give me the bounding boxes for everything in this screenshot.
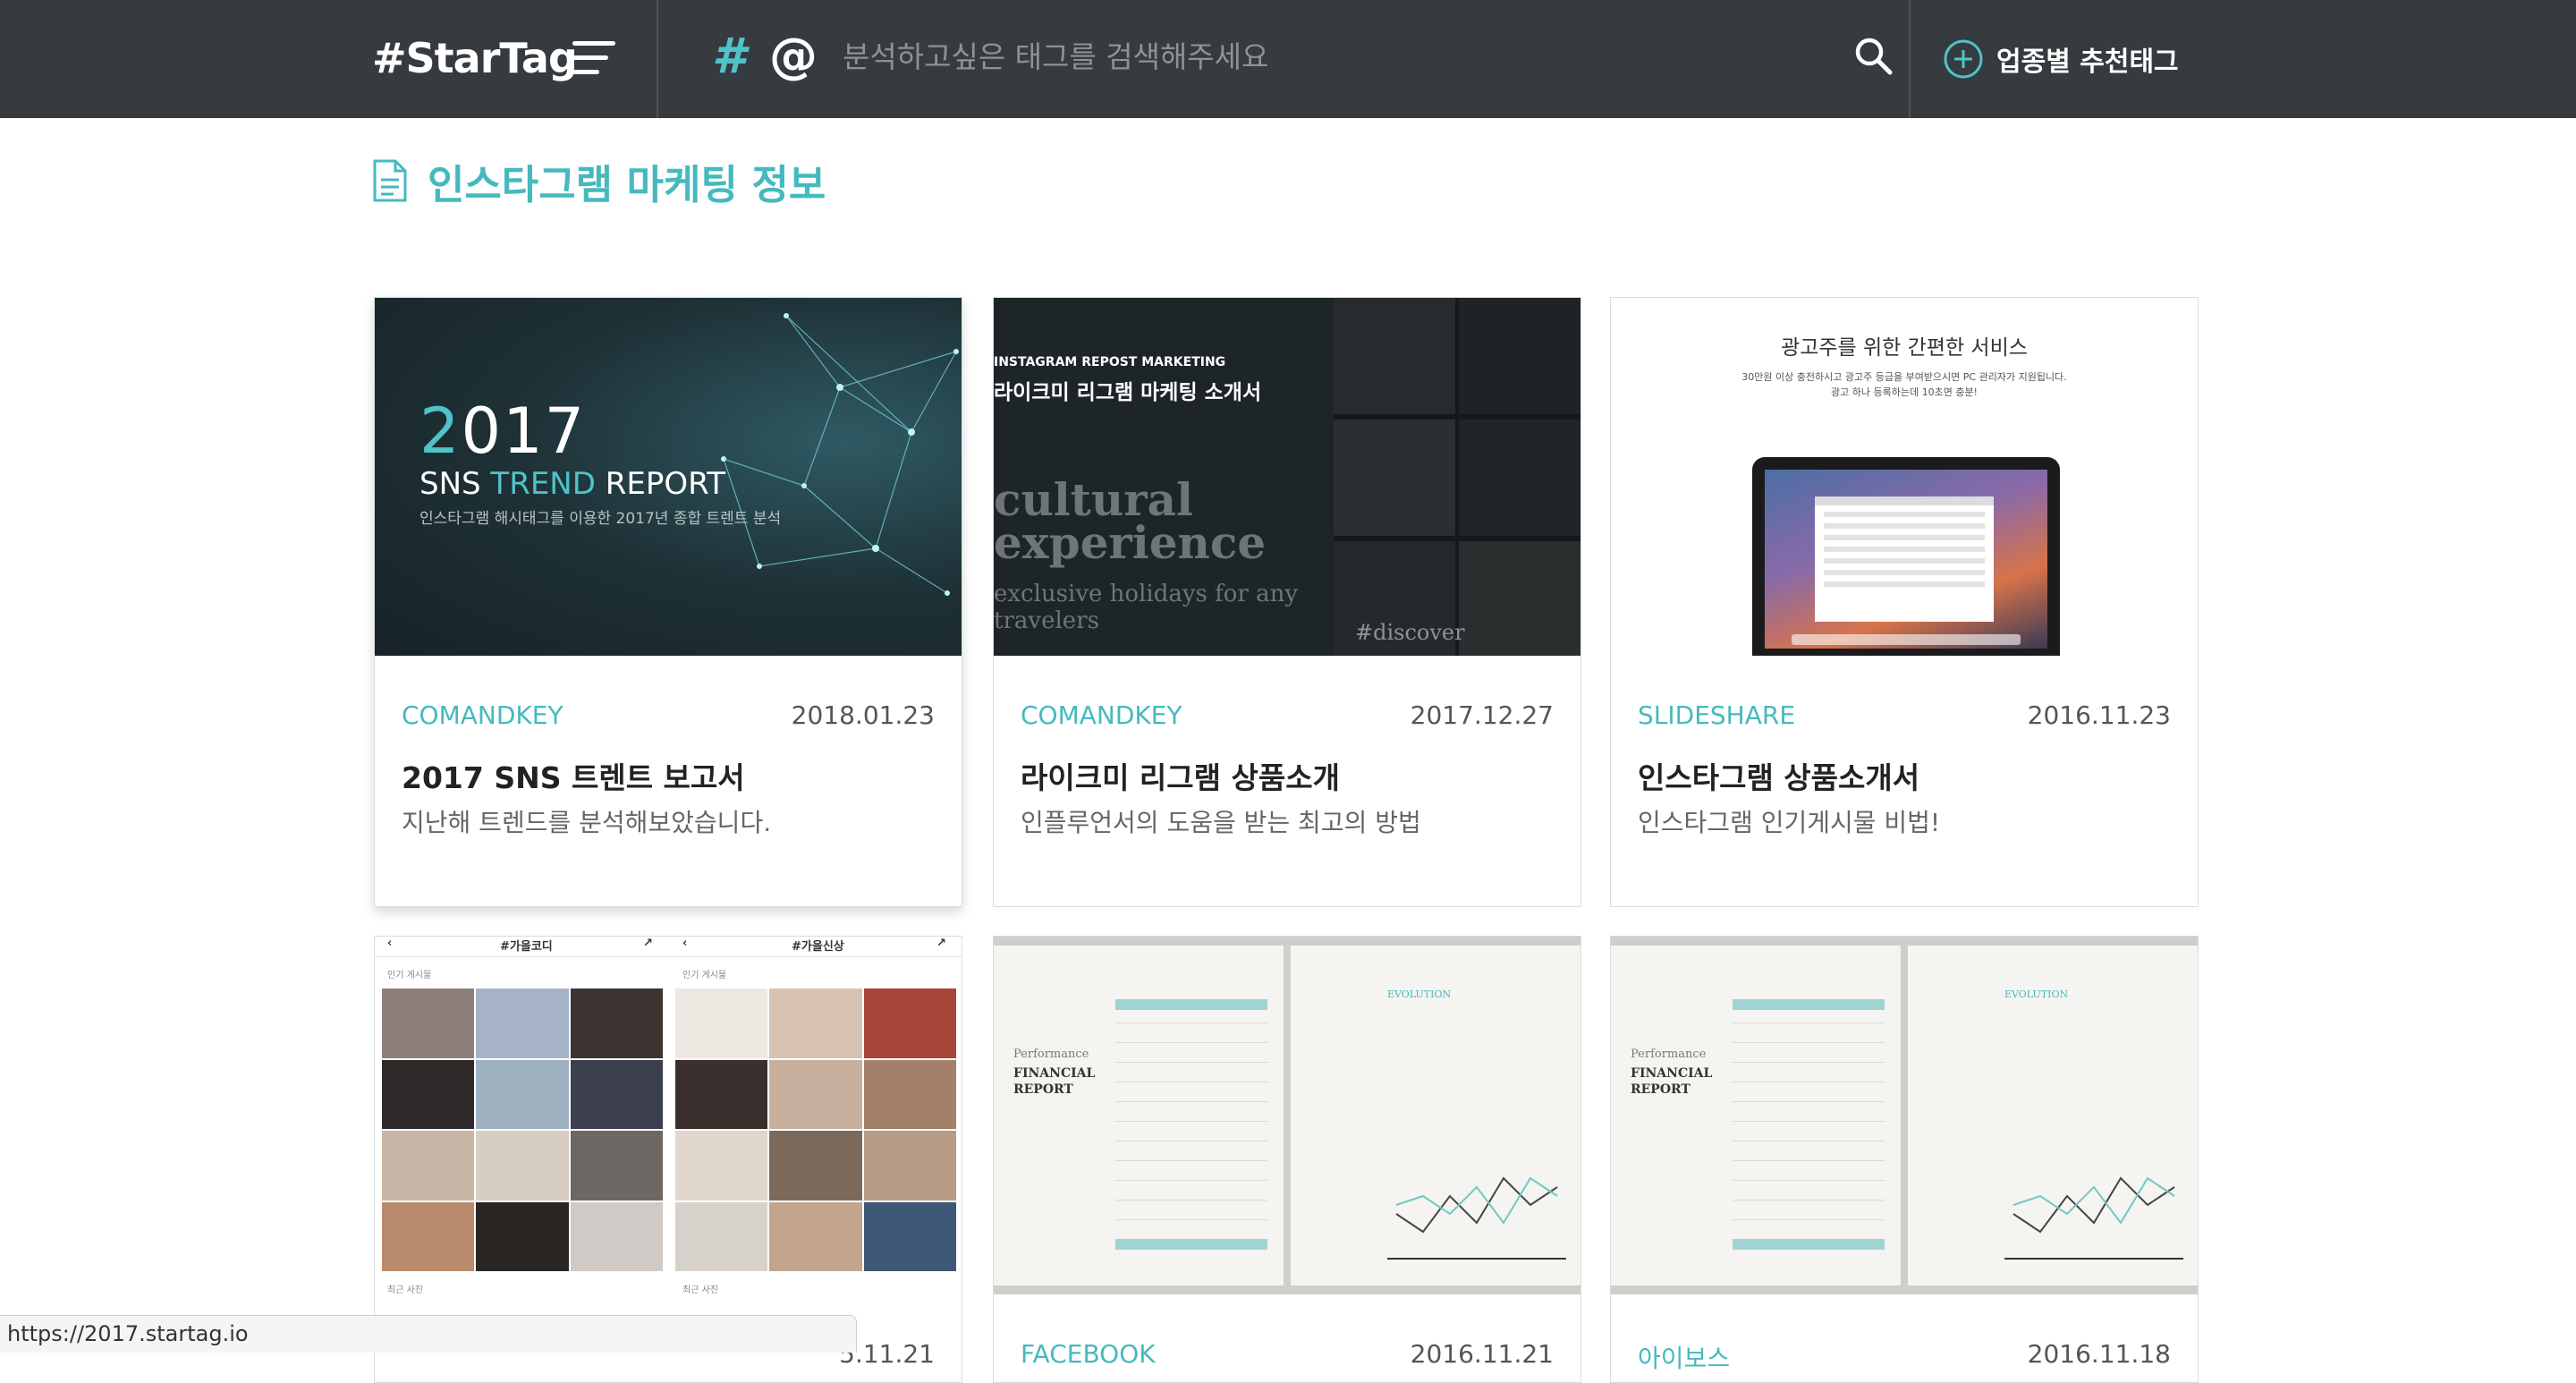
card-thumbnail: 광고주를 위한 간편한 서비스 30만원 이상 충전하시고 광고주 등급을 부여… bbox=[1611, 298, 2198, 656]
card-thumbnail: 2017 SNS TREND REPORT 인스타그램 해시태그를 이용한 20… bbox=[375, 298, 962, 656]
card-description: 지난해 트렌드를 분석해보았습니다. bbox=[402, 808, 772, 837]
recommend-label: 업종별 추천태그 bbox=[1996, 47, 2179, 78]
card-title[interactable]: 2017 SNS 트렌트 보고서 bbox=[402, 754, 745, 797]
card-meta: SLIDESHARE 2016.11.23 bbox=[1638, 700, 2171, 738]
card-date: 2016.11.21 bbox=[1410, 1339, 1554, 1369]
header-divider bbox=[1909, 0, 1911, 118]
thumb-text: #discover bbox=[1355, 620, 1465, 645]
page-title: 인스타그램 마케팅 정보 bbox=[428, 160, 826, 208]
search-icon[interactable] bbox=[1852, 34, 1894, 77]
card-date: 2016.11.23 bbox=[2027, 700, 2171, 730]
card-title[interactable]: 인스타그램 상품소개서 bbox=[1638, 754, 1919, 797]
header-divider bbox=[657, 0, 658, 118]
startag-logo[interactable]: #StarTag bbox=[372, 27, 578, 89]
hashtag-search-mode-icon[interactable]: # bbox=[712, 25, 746, 88]
article-card[interactable]: Performance FINANCIAL REPORT EVOLUTION 아… bbox=[1610, 936, 2199, 1383]
account-search-mode-icon[interactable]: @ bbox=[769, 25, 818, 88]
plus-circle-icon bbox=[1944, 39, 1983, 79]
card-meta: COMANDKEY 2017.12.27 bbox=[1021, 700, 1554, 738]
thumb-caption: 30만원 이상 충전하시고 광고주 등급을 부여받으시면 PC 관리자가 지원됩… bbox=[1741, 371, 2067, 398]
thumb-caption: 인스타그램 해시태그를 이용한 2017년 종합 트렌트 분석 bbox=[419, 510, 782, 528]
top-navigation-bar: #StarTag # @ 업종별 추천태그 bbox=[0, 0, 2576, 118]
article-card[interactable]: Performance FINANCIAL REPORT EVOLUTION F… bbox=[993, 936, 1581, 1383]
link-status-bar: https://2017.startag.io bbox=[0, 1315, 857, 1353]
laptop-illustration bbox=[1752, 457, 2060, 656]
photo-grid bbox=[382, 988, 663, 1271]
article-card[interactable]: INSTAGRAM REPOST MARKETING 라이크미 리그램 마케팅 … bbox=[993, 297, 1581, 907]
hamburger-menu-icon[interactable] bbox=[572, 39, 615, 77]
card-date: 2016.11.18 bbox=[2027, 1339, 2171, 1369]
thumb-text: exclusive holidays for any bbox=[994, 581, 1299, 607]
card-source[interactable]: COMANDKEY bbox=[1021, 700, 1182, 730]
card-thumbnail: INSTAGRAM REPOST MARKETING 라이크미 리그램 마케팅 … bbox=[994, 298, 1580, 656]
card-meta: COMANDKEY 2018.01.23 bbox=[402, 700, 935, 738]
card-date: 2017.12.27 bbox=[1410, 700, 1554, 730]
card-description: 인플루언서의 도움을 받는 최고의 방법 bbox=[1021, 808, 1421, 837]
card-source[interactable]: SLIDESHARE bbox=[1638, 700, 1795, 730]
thumb-text: travelers bbox=[994, 607, 1099, 634]
thumb-text: experience bbox=[994, 516, 1267, 569]
card-source[interactable]: FACEBOOK bbox=[1021, 1339, 1156, 1369]
card-thumbnail: Performance FINANCIAL REPORT EVOLUTION bbox=[994, 937, 1580, 1294]
card-source[interactable]: 아이보스 bbox=[1638, 1339, 1730, 1375]
photo-grid bbox=[675, 988, 956, 1271]
card-description: 인스타그램 인기게시물 비법! bbox=[1638, 808, 1941, 837]
card-source[interactable]: COMANDKEY bbox=[402, 700, 564, 730]
thumb-subtitle: SNS TREND REPORT bbox=[419, 466, 726, 502]
card-meta: 아이보스 2016.11.18 bbox=[1638, 1339, 2171, 1377]
thumb-title: 라이크미 리그램 마케팅 소개서 bbox=[994, 381, 1262, 404]
card-thumbnail: ‹ #가을코디 ↗ ‹ #가을신상 ↗ 인기 게시물 인기 게시물 최근 사진 … bbox=[375, 937, 962, 1294]
card-title[interactable]: 라이크미 리그램 상품소개 bbox=[1021, 754, 1340, 797]
card-thumbnail: Performance FINANCIAL REPORT EVOLUTION bbox=[1611, 937, 2198, 1294]
card-date: 2018.01.23 bbox=[791, 700, 935, 730]
article-card[interactable]: 광고주를 위한 간편한 서비스 30만원 이상 충전하시고 광고주 등급을 부여… bbox=[1610, 297, 2199, 907]
document-icon bbox=[373, 159, 407, 202]
thumb-title: 광고주를 위한 간편한 서비스 bbox=[1781, 336, 2028, 360]
tag-search-input[interactable] bbox=[841, 27, 1828, 86]
thumb-caption: INSTAGRAM REPOST MARKETING bbox=[994, 355, 1226, 369]
industry-recommended-tags-button[interactable]: 업종별 추천태그 bbox=[1943, 32, 2179, 86]
card-meta: FACEBOOK 2016.11.21 bbox=[1021, 1339, 1554, 1377]
thumb-year: 2017 bbox=[419, 395, 587, 468]
section-heading: 인스타그램 마케팅 정보 bbox=[372, 152, 826, 209]
article-card[interactable]: 2017 SNS TREND REPORT 인스타그램 해시태그를 이용한 20… bbox=[374, 297, 962, 907]
